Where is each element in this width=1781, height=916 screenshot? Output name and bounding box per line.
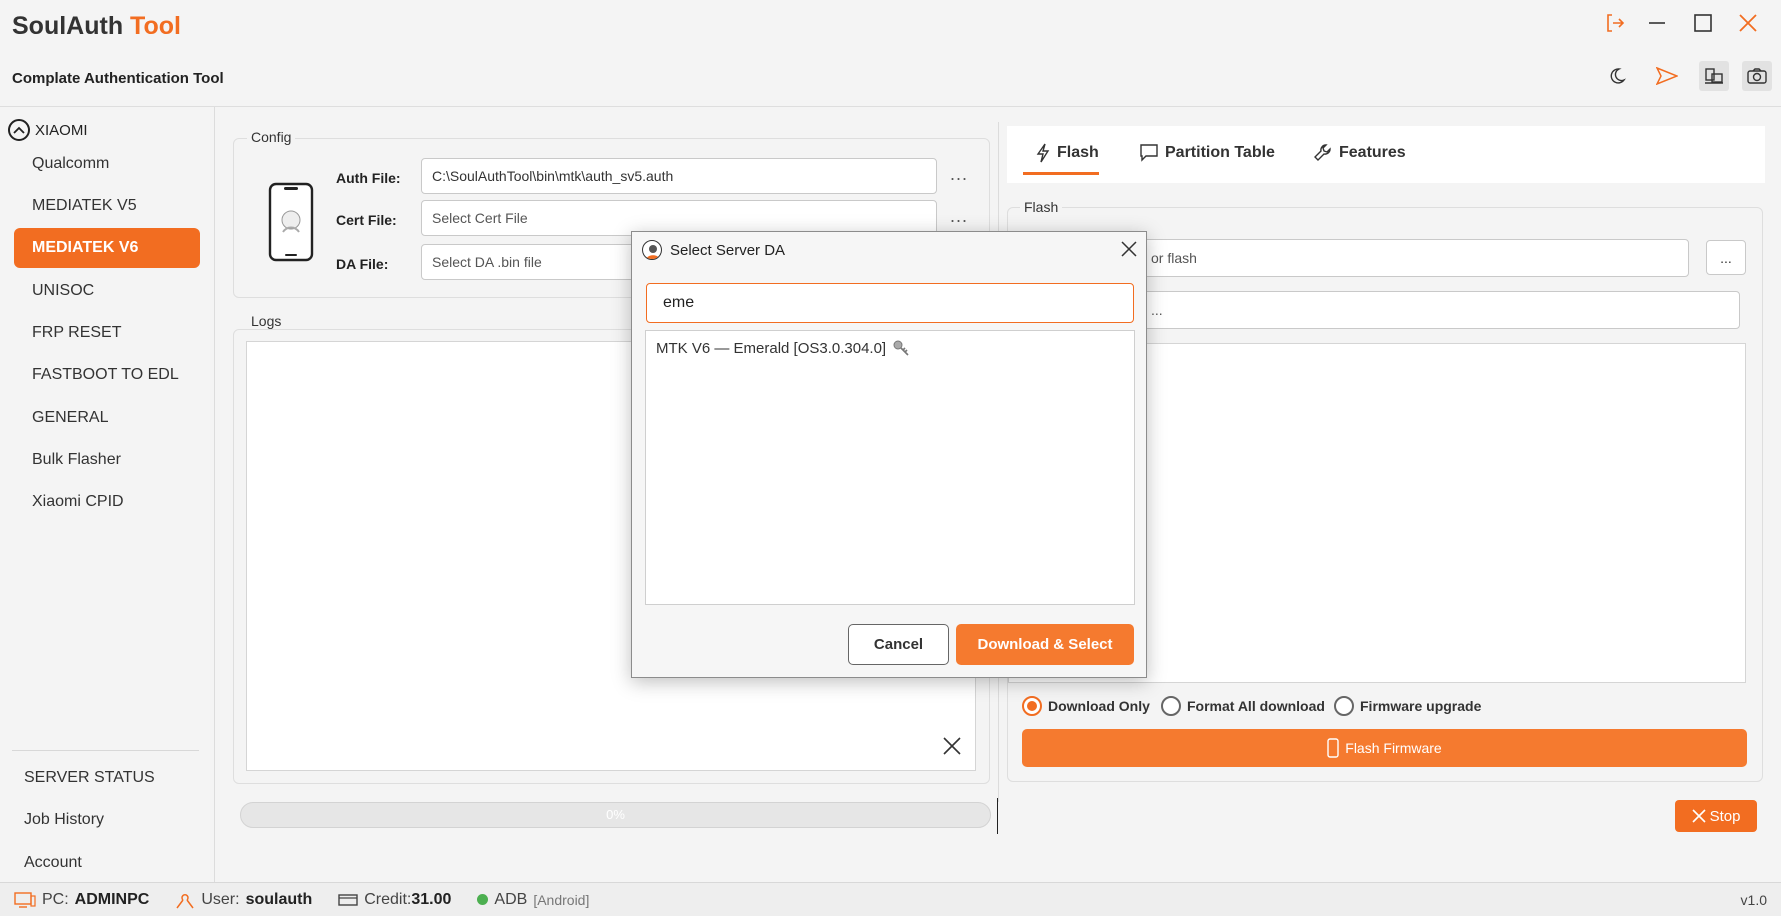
da-file-label: DA File: xyxy=(336,256,389,272)
da-result-label: MTK V6 — Emerald [OS3.0.304.0] xyxy=(656,339,887,357)
flash-firmware-label: Flash Firmware xyxy=(1345,740,1442,756)
radio-firmware-upgrade-label: Firmware upgrade xyxy=(1360,698,1482,714)
flash-group-label: Flash xyxy=(1020,199,1063,215)
status-credit: Credit: 31.00 xyxy=(338,891,451,909)
status-user-value: soulauth xyxy=(245,890,313,908)
tab-partition-table[interactable]: Partition Table xyxy=(1139,143,1275,163)
header-divider xyxy=(0,106,1781,107)
send-icon[interactable] xyxy=(1652,61,1682,91)
tab-partition-table-label: Partition Table xyxy=(1165,144,1275,161)
auth-file-browse-button[interactable]: ... xyxy=(950,164,968,185)
status-pc: PC: ADMINPC xyxy=(14,891,149,909)
stop-button[interactable]: Stop xyxy=(1675,800,1757,832)
radio-download-only-indicator xyxy=(1022,696,1042,716)
logs-group-label: Logs xyxy=(247,313,286,329)
status-bar: PC: ADMINPC User: soulauth Credit: 31.00… xyxy=(0,882,1781,916)
status-pc-label: PC: xyxy=(42,890,69,908)
tab-features[interactable]: Features xyxy=(1313,143,1406,163)
splitter[interactable] xyxy=(997,798,998,834)
sidebar-brand[interactable]: XIAOMI xyxy=(8,119,88,141)
sidebar-item-job-history[interactable]: Job History xyxy=(24,811,104,829)
radio-format-all-label: Format All download xyxy=(1187,698,1325,714)
sidebar-item-mediatek-v6[interactable]: MEDIATEK V6 xyxy=(14,228,200,268)
key-icon xyxy=(893,340,909,356)
download-select-button[interactable]: Download & Select xyxy=(956,624,1134,665)
sidebar-item-frp-reset[interactable]: FRP RESET xyxy=(14,313,200,353)
da-result-item[interactable]: MTK V6 — Emerald [OS3.0.304.0] xyxy=(656,339,910,357)
tab-flash[interactable]: Flash xyxy=(1035,143,1099,163)
da-results-list[interactable]: MTK V6 — Emerald [OS3.0.304.0] xyxy=(645,330,1135,605)
card-icon xyxy=(338,893,358,906)
radio-download-only-label: Download Only xyxy=(1048,698,1150,714)
sidebar-item-mediatek-v5[interactable]: MEDIATEK V5 xyxy=(14,186,200,226)
radio-firmware-upgrade[interactable]: Firmware upgrade xyxy=(1334,696,1481,716)
flash-firmware-button[interactable]: Flash Firmware xyxy=(1022,729,1747,767)
select-server-da-dialog: Select Server DA MTK V6 — Emerald [OS3.0… xyxy=(631,231,1147,678)
firmware-browse-button[interactable]: ... xyxy=(1706,240,1746,275)
app-subtitle: Complate Authentication Tool xyxy=(12,70,224,87)
chevron-up-icon xyxy=(8,119,30,141)
app-title-accent: Tool xyxy=(130,12,181,40)
tab-flash-label: Flash xyxy=(1057,144,1099,161)
sidebar-item-account[interactable]: Account xyxy=(24,854,82,872)
maximize-icon[interactable] xyxy=(1688,8,1718,38)
config-group-label: Config xyxy=(247,129,296,145)
close-icon xyxy=(1691,809,1706,823)
sidebar-item-general[interactable]: GENERAL xyxy=(14,398,200,438)
status-user: User: soulauth xyxy=(175,891,312,909)
auth-file-input[interactable]: C:\SoulAuthTool\bin\mtk\auth_sv5.auth xyxy=(421,158,937,194)
minimize-icon[interactable] xyxy=(1642,8,1672,38)
phone-icon xyxy=(268,182,314,267)
status-credit-value: 31.00 xyxy=(411,890,452,908)
sidebar-item-fastboot-to-edl[interactable]: FASTBOOT TO EDL xyxy=(14,355,200,395)
status-pc-value: ADMINPC xyxy=(74,890,150,908)
cert-file-label: Cert File: xyxy=(336,212,397,228)
moon-icon[interactable] xyxy=(1602,61,1632,91)
radio-download-only[interactable]: Download Only xyxy=(1022,696,1150,716)
status-adb-label: ADB xyxy=(494,890,528,908)
firmware-path-placeholder: or flash xyxy=(1151,250,1197,266)
app-title: SoulAuth Tool xyxy=(12,12,181,41)
status-adb-mode: [Android] xyxy=(533,891,590,908)
radio-format-all-indicator xyxy=(1161,696,1181,716)
progress-bar: 0% xyxy=(240,802,991,828)
screenshot-icon[interactable] xyxy=(1742,61,1772,91)
sidebar-brand-label: XIAOMI xyxy=(35,121,88,139)
radio-format-all-download[interactable]: Format All download xyxy=(1161,696,1325,716)
sidebar-item-xiaomi-cpid[interactable]: Xiaomi CPID xyxy=(14,482,200,522)
sidebar-item-server-status[interactable]: SERVER STATUS xyxy=(24,769,155,787)
auth-file-label: Auth File: xyxy=(336,170,401,186)
adb-status-dot xyxy=(477,894,489,905)
dialog-title: Select Server DA xyxy=(670,242,786,259)
device-manager-icon[interactable] xyxy=(1699,61,1729,91)
status-adb: ADB [Android] xyxy=(477,891,589,909)
cancel-button[interactable]: Cancel xyxy=(848,624,949,665)
app-version: v1.0 xyxy=(1740,891,1767,908)
sidebar-item-qualcomm[interactable]: Qualcomm xyxy=(14,144,200,184)
dialog-close-icon[interactable] xyxy=(1116,236,1142,262)
app-title-main: SoulAuth xyxy=(12,12,124,40)
scatter-placeholder: ... xyxy=(1151,302,1163,318)
status-credit-label: Credit: xyxy=(364,890,412,908)
logout-icon[interactable] xyxy=(1600,8,1630,38)
sidebar-item-unisoc[interactable]: UNISOC xyxy=(14,271,200,311)
dialog-app-icon xyxy=(642,240,662,260)
wrench-icon xyxy=(1314,144,1331,161)
status-user-label: User: xyxy=(201,890,240,908)
sidebar-divider xyxy=(12,750,199,751)
da-search-input[interactable] xyxy=(646,283,1134,323)
tab-features-label: Features xyxy=(1339,144,1406,161)
lightning-icon xyxy=(1036,143,1050,163)
radio-firmware-upgrade-indicator xyxy=(1334,696,1354,716)
phone-outline-icon xyxy=(1327,738,1339,758)
stop-label: Stop xyxy=(1709,807,1741,825)
user-icon xyxy=(176,893,194,908)
close-icon[interactable] xyxy=(1733,8,1763,38)
computer-icon xyxy=(14,891,36,908)
cert-file-browse-button[interactable]: ... xyxy=(950,206,968,227)
clear-logs-icon[interactable] xyxy=(942,736,962,761)
sidebar-item-bulk-flasher[interactable]: Bulk Flasher xyxy=(14,440,200,480)
active-tab-indicator xyxy=(1023,172,1099,175)
comment-icon xyxy=(1140,144,1158,162)
